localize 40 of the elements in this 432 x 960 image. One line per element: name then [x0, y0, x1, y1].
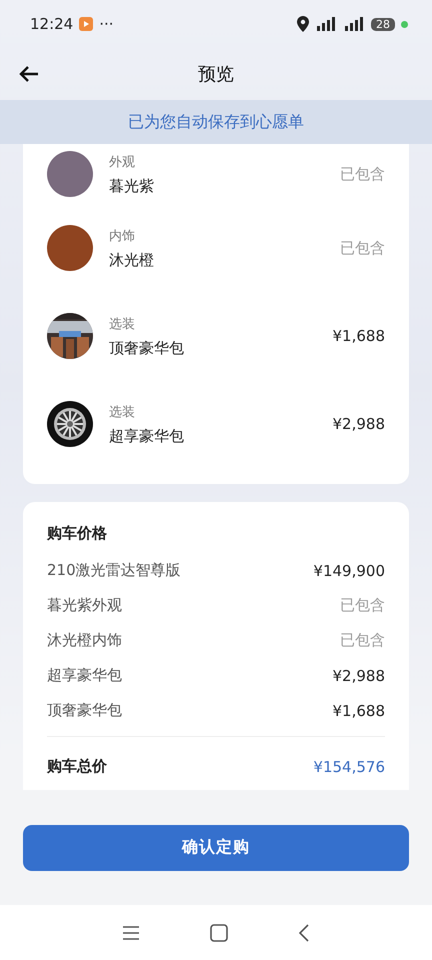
item-name: 超享豪华包	[109, 426, 185, 446]
item-name: 顶奢豪华包	[109, 338, 185, 358]
status-dot-icon	[401, 20, 408, 28]
price-value: 已包含	[340, 596, 385, 615]
price-label: 210激光雷达智尊版	[47, 561, 181, 580]
page-title: 预览	[198, 63, 234, 86]
battery-level: 28	[371, 18, 395, 30]
item-name: 沐光橙	[109, 250, 155, 270]
price-label: 超享豪华包	[47, 666, 122, 685]
signal-icon	[315, 17, 337, 31]
item-price: 已包含	[340, 164, 385, 184]
item-name: 暮光紫	[109, 176, 155, 196]
item-price: 已包含	[340, 238, 385, 258]
more-notifications: ···	[99, 15, 114, 33]
home-icon[interactable]	[210, 924, 228, 942]
price-value: ¥2,988	[332, 666, 385, 684]
menu-icon[interactable]	[122, 924, 140, 940]
total-label: 购车总价	[47, 757, 107, 776]
back-arrow-icon[interactable]	[18, 64, 40, 84]
saved-banner: 已为您自动保存到心愿单	[0, 100, 432, 144]
back-icon[interactable]	[298, 924, 310, 942]
signal-icon	[343, 17, 365, 31]
price-value: ¥1,688	[332, 702, 385, 720]
price-label: 沐光橙内饰	[47, 631, 122, 650]
price-value: ¥149,900	[313, 562, 385, 580]
price-value: 已包含	[340, 631, 385, 650]
item-category: 选装	[109, 316, 136, 332]
item-category: 选装	[109, 404, 136, 420]
status-time: 12:24	[30, 15, 74, 33]
item-category: 外观	[109, 154, 136, 170]
app-icon	[79, 17, 94, 31]
price-card-title: 购车价格	[47, 524, 108, 543]
confirm-order-button[interactable]: 确认定购	[23, 824, 409, 870]
total-value: ¥154,576	[313, 758, 385, 776]
price-label: 暮光紫外观	[47, 596, 122, 615]
item-category: 内饰	[109, 228, 136, 244]
price-label: 顶奢豪华包	[47, 701, 122, 720]
item-price: ¥1,688	[332, 327, 385, 345]
item-price: ¥2,988	[332, 415, 385, 433]
location-icon	[297, 16, 309, 32]
